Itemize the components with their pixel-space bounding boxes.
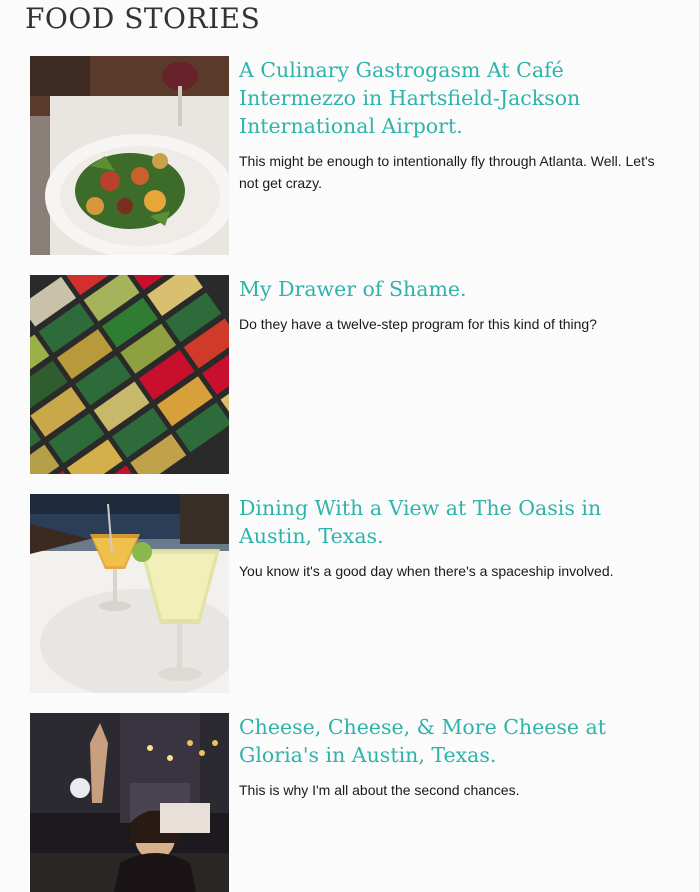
story-item: Cheese, Cheese, & More Cheese at Gloria'… xyxy=(30,713,670,892)
story-thumbnail-salad[interactable] xyxy=(30,56,229,255)
story-item: A Culinary Gastrogasm At Café Intermezzo… xyxy=(30,56,670,256)
section-title: FOOD STORIES xyxy=(25,2,261,35)
story-excerpt: This might be enough to intentionally fl… xyxy=(239,153,655,191)
story-item: Dining With a View at The Oasis in Austi… xyxy=(30,494,670,694)
story-excerpt: You know it's a good day when there's a … xyxy=(239,563,614,579)
story-item: My Drawer of Shame. Do they have a twelv… xyxy=(30,275,670,475)
story-excerpt: This is why I'm all about the second cha… xyxy=(239,782,520,798)
story-title-link[interactable]: Dining With a View at The Oasis in Austi… xyxy=(239,494,659,550)
story-title-link[interactable]: My Drawer of Shame. xyxy=(239,275,659,303)
story-thumbnail-drinks[interactable] xyxy=(30,494,229,693)
food-stories-page: FOOD STORIES A Culinary Gastrogasm At Ca… xyxy=(0,0,700,892)
story-thumbnail-spices[interactable] xyxy=(30,275,229,474)
story-title-link[interactable]: A Culinary Gastrogasm At Café Intermezzo… xyxy=(239,56,659,140)
story-excerpt: Do they have a twelve-step program for t… xyxy=(239,316,597,332)
story-thumbnail-night-photo[interactable] xyxy=(30,713,229,892)
story-title-link[interactable]: Cheese, Cheese, & More Cheese at Gloria'… xyxy=(239,713,659,769)
